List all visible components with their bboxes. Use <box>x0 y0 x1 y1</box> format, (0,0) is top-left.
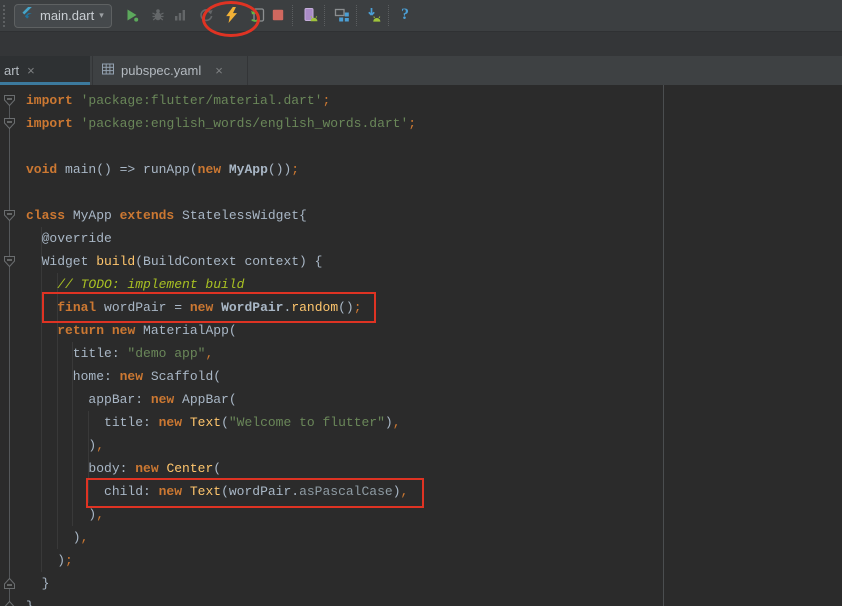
navigation-band <box>0 32 842 56</box>
hot-reload-icon[interactable] <box>219 3 243 27</box>
code-line[interactable]: final wordPair = new WordPair.random(); <box>0 296 842 319</box>
code-line[interactable]: // TODO: implement build <box>0 273 842 296</box>
code-line[interactable] <box>0 135 842 158</box>
right-margin-guide <box>663 85 664 606</box>
code-line[interactable]: ), <box>0 434 842 457</box>
code-line[interactable]: ), <box>0 526 842 549</box>
profile-icon[interactable] <box>168 3 192 27</box>
code-line[interactable]: ); <box>0 549 842 572</box>
code-line[interactable]: body: new Center( <box>0 457 842 480</box>
code-line[interactable]: home: new Scaffold( <box>0 365 842 388</box>
code-line[interactable]: void main() => runApp(new MyApp()); <box>0 158 842 181</box>
close-icon[interactable]: × <box>27 63 35 78</box>
attach-process-icon[interactable] <box>194 3 218 27</box>
code-line[interactable]: ), <box>0 503 842 526</box>
close-icon[interactable]: × <box>215 63 223 78</box>
code-line[interactable]: title: new Text("Welcome to flutter"), <box>0 411 842 434</box>
toolbar-drag-handle[interactable] <box>3 4 8 27</box>
run-configuration-label: main.dart <box>40 8 95 23</box>
code-line[interactable]: import 'package:english_words/english_wo… <box>0 112 842 135</box>
code-lines: import 'package:flutter/material.dart'; i… <box>0 89 842 606</box>
attach-android-debugger-icon[interactable] <box>362 3 386 27</box>
run-icon[interactable] <box>120 3 144 27</box>
code-line[interactable]: @override <box>0 227 842 250</box>
debug-icon[interactable] <box>146 3 170 27</box>
editor-tab-bar: art × pubspec.yaml × <box>0 56 842 86</box>
flutter-logo-icon <box>20 6 35 26</box>
toolbar-separator <box>388 5 390 26</box>
code-line[interactable]: } <box>0 572 842 595</box>
code-editor[interactable]: import 'package:flutter/material.dart'; i… <box>0 85 842 606</box>
run-configuration-select[interactable]: main.dart ▾ <box>14 3 112 28</box>
main-toolbar: main.dart ▾ ? <box>0 0 842 32</box>
tab-pubspec-yaml[interactable]: pubspec.yaml × <box>92 56 248 85</box>
toolbar-separator <box>356 5 358 26</box>
toolbar-separator <box>292 5 294 26</box>
code-line[interactable]: appBar: new AppBar( <box>0 388 842 411</box>
flutter-inspector-icon[interactable] <box>298 3 322 27</box>
code-line[interactable]: title: "demo app", <box>0 342 842 365</box>
code-line[interactable] <box>0 181 842 204</box>
toolbar-separator <box>324 5 326 26</box>
code-line[interactable]: class MyApp extends StatelessWidget{ <box>0 204 842 227</box>
code-line[interactable]: return new MaterialApp( <box>0 319 842 342</box>
tab-label: pubspec.yaml <box>121 63 202 78</box>
code-line[interactable]: import 'package:flutter/material.dart'; <box>0 89 842 112</box>
yaml-file-icon <box>101 62 115 79</box>
chevron-down-icon: ▾ <box>99 10 104 20</box>
tab-label: art <box>4 63 20 78</box>
code-line[interactable]: child: new Text(wordPair.asPascalCase), <box>0 480 842 503</box>
code-line[interactable]: } <box>0 595 842 606</box>
tab-main-dart[interactable]: art × <box>0 56 90 85</box>
help-icon[interactable]: ? <box>393 3 417 27</box>
stop-icon[interactable] <box>266 3 290 27</box>
ide-window: main.dart ▾ ? art × pubspec.yaml × impor… <box>0 0 842 606</box>
code-line[interactable]: Widget build(BuildContext context) { <box>0 250 842 273</box>
flutter-outline-icon[interactable] <box>330 3 354 27</box>
